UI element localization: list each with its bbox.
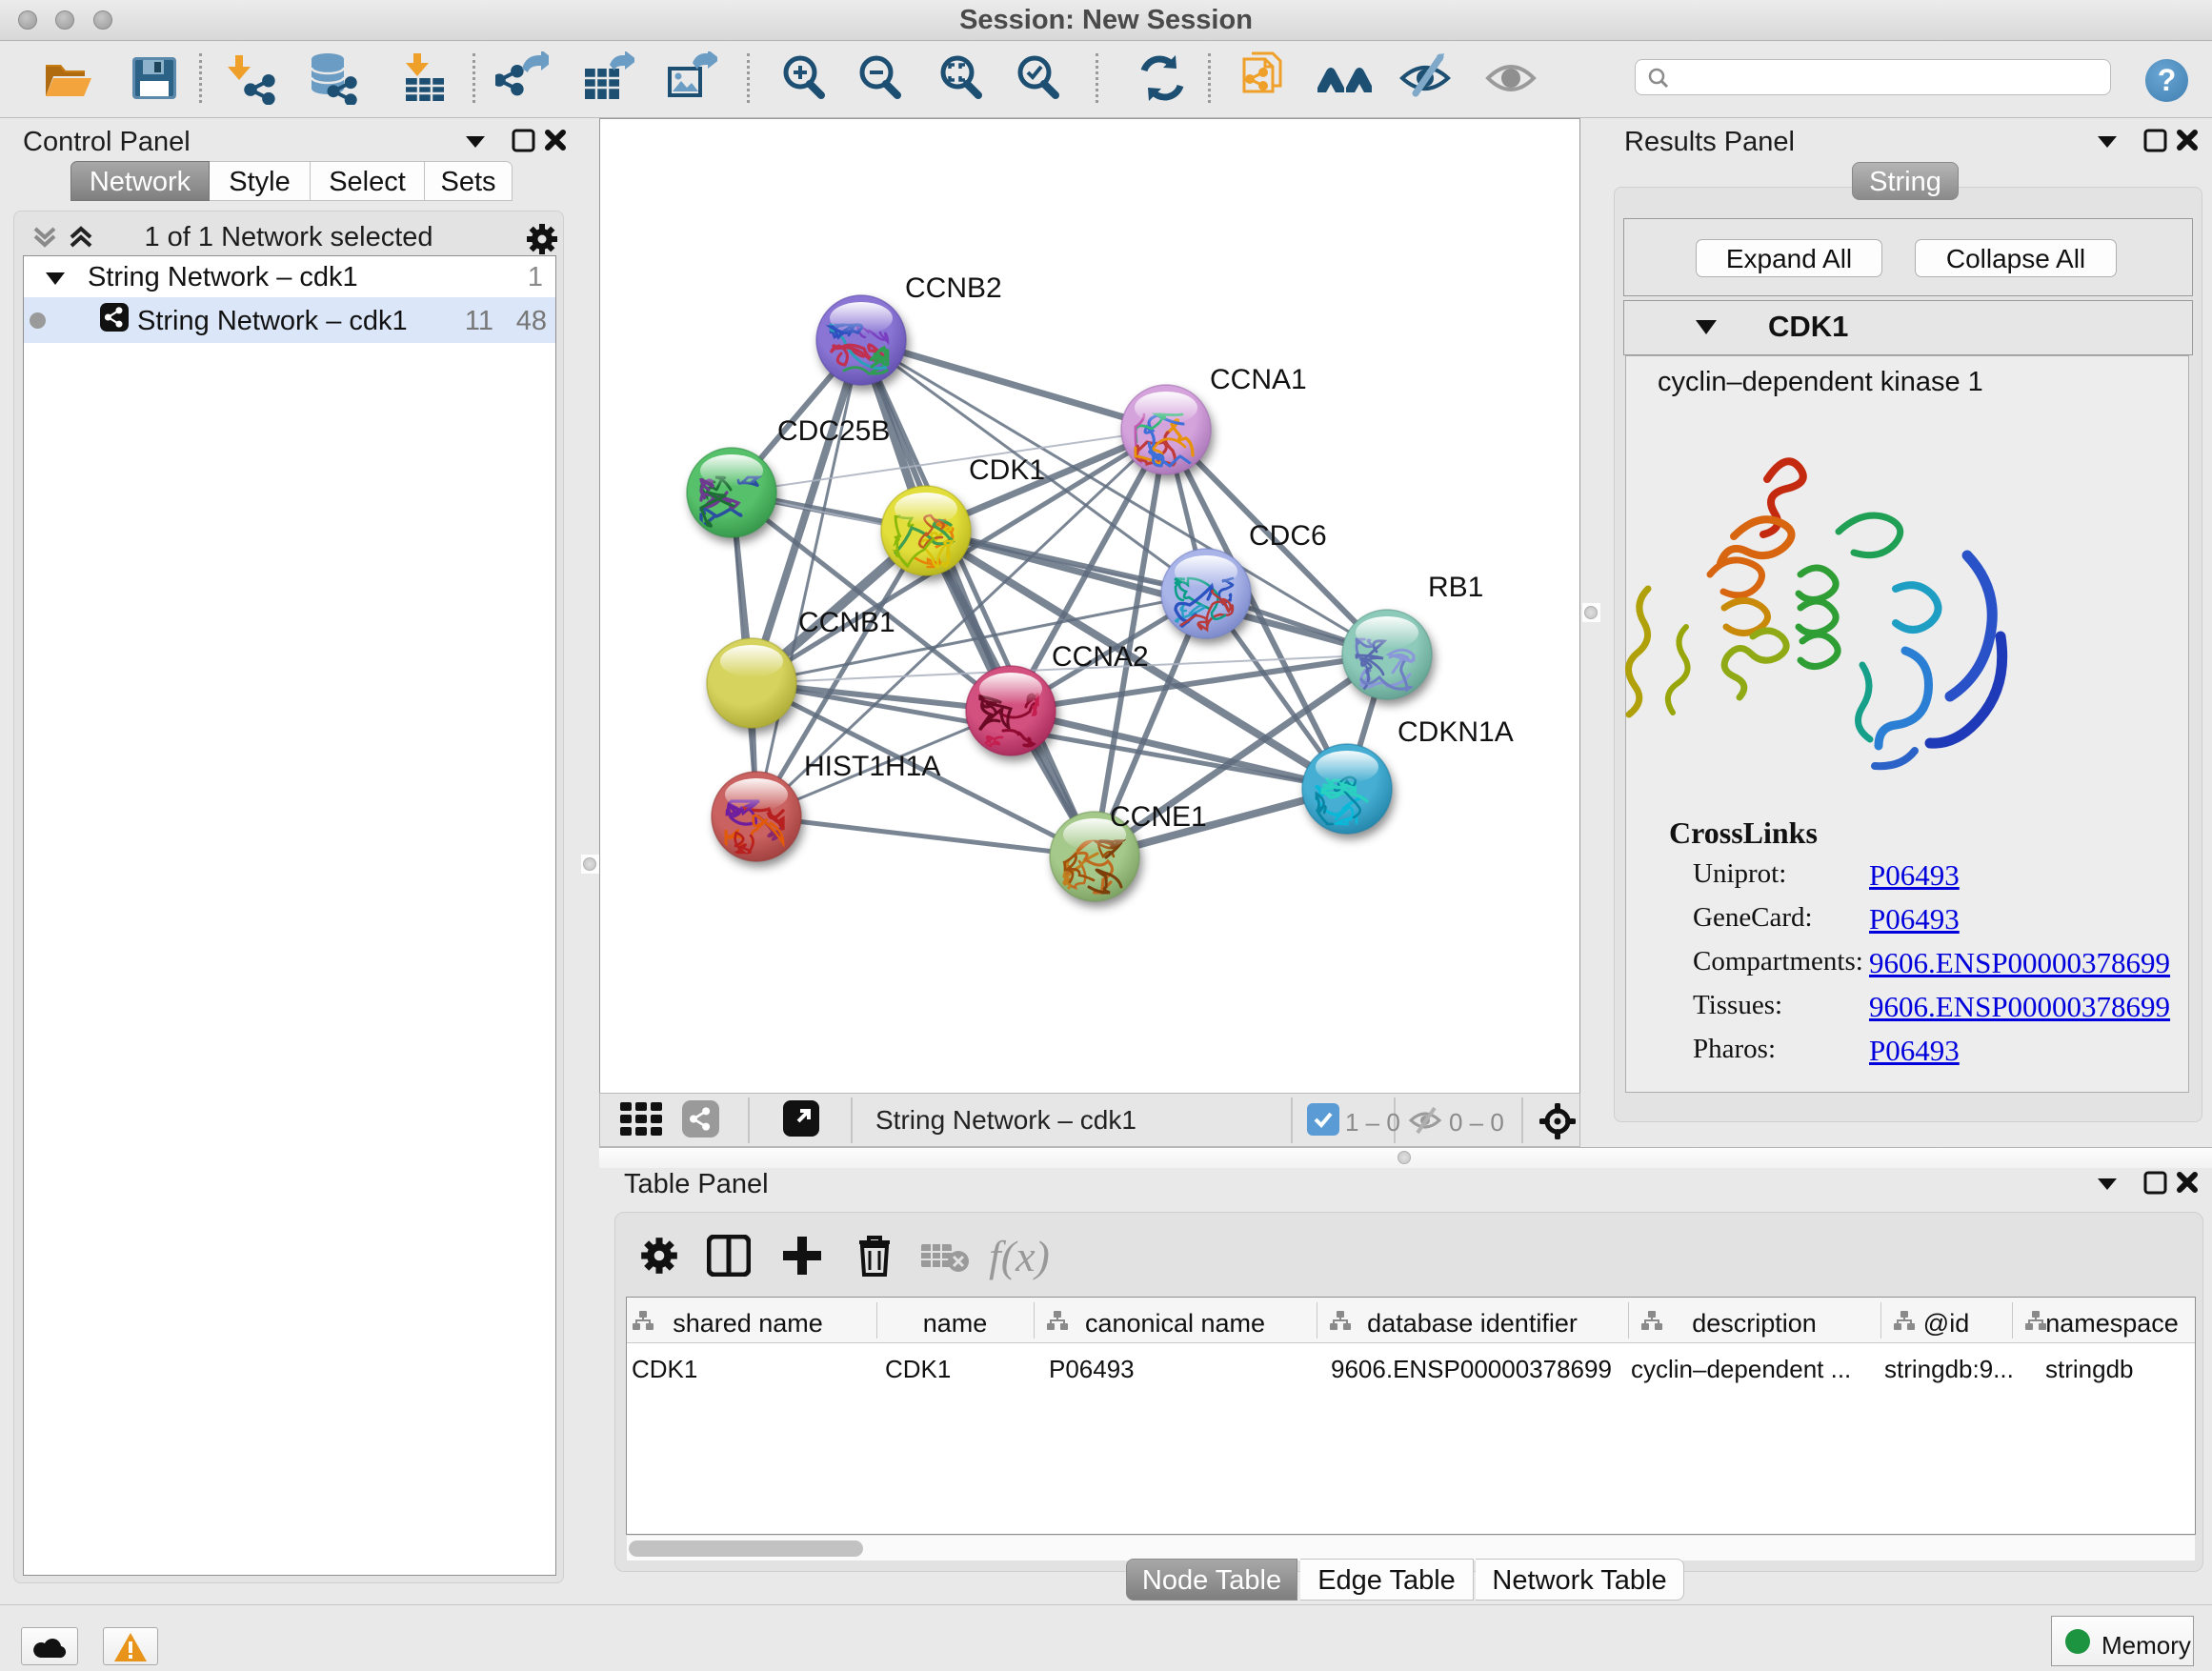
svg-text:CDC6: CDC6 — [1249, 520, 1327, 552]
svg-text:CDKN1A: CDKN1A — [1398, 716, 1514, 748]
svg-text:CCNB1: CCNB1 — [798, 607, 895, 638]
svg-text:CCNE1: CCNE1 — [1110, 801, 1207, 833]
svg-text:RB1: RB1 — [1428, 572, 1483, 603]
svg-text:CCNA1: CCNA1 — [1210, 364, 1307, 395]
svg-text:CCNA2: CCNA2 — [1052, 641, 1149, 673]
svg-text:CDK1: CDK1 — [969, 454, 1045, 486]
svg-text:CDC25B: CDC25B — [777, 415, 890, 447]
svg-text:CCNB2: CCNB2 — [905, 272, 1002, 304]
svg-text:HIST1H1A: HIST1H1A — [804, 751, 940, 782]
